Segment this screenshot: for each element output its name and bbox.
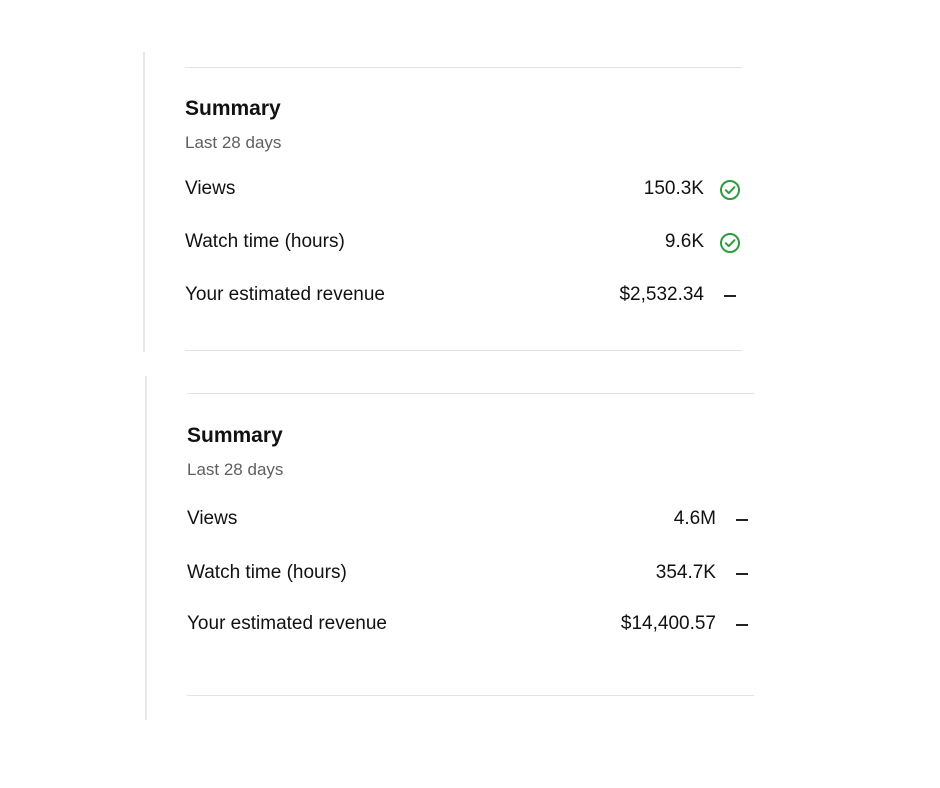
card-title: Summary	[187, 424, 283, 447]
panel-border-top	[143, 52, 145, 352]
metric-value: 354.7K	[655, 562, 716, 583]
card-top-divider	[187, 393, 754, 394]
metric-value: $14,400.57	[620, 613, 716, 634]
metric-row-revenue: Your estimated revenue $14,400.57	[187, 613, 754, 639]
dash-icon	[730, 613, 754, 637]
panel-border-bottom	[145, 376, 147, 720]
metric-row-watch-time: Watch time (hours) 354.7K	[187, 562, 754, 588]
dash-icon	[730, 508, 754, 532]
metric-value: 4.6M	[673, 508, 716, 529]
card-bottom-divider	[187, 695, 754, 696]
dash-icon	[730, 562, 754, 586]
metric-row-views: Views 4.6M	[187, 508, 754, 534]
metric-label: Watch time (hours)	[187, 562, 347, 583]
card-subtitle: Last 28 days	[187, 460, 284, 479]
metric-label: Your estimated revenue	[187, 613, 387, 634]
summary-card-2: Summary Last 28 days Views 4.6M Watch ti…	[187, 0, 754, 710]
metric-label: Views	[187, 508, 238, 529]
